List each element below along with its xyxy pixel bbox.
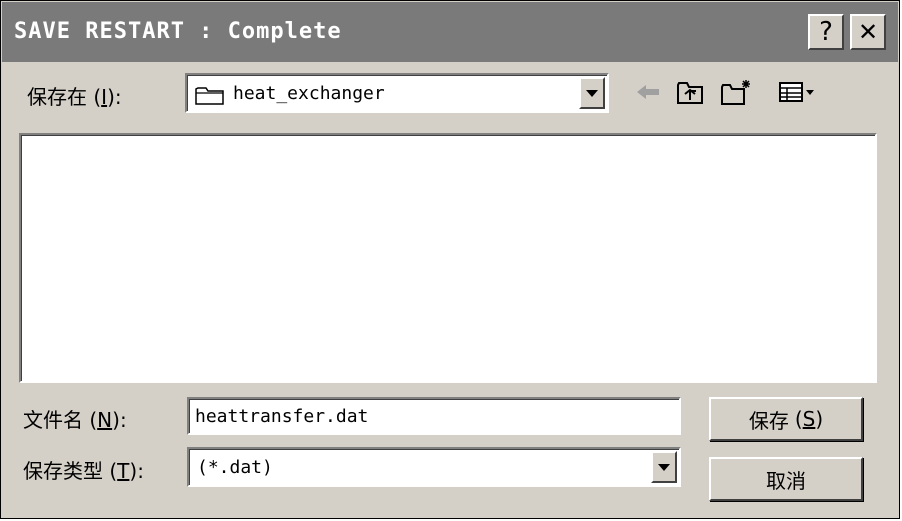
up-folder-icon <box>677 82 703 104</box>
folder-icon <box>195 85 225 109</box>
close-button[interactable]: ✕ <box>850 14 886 50</box>
chevron-down-icon <box>586 89 598 97</box>
save-in-dropdown-button[interactable] <box>579 77 605 109</box>
save-in-label: 保存在 (I): <box>27 85 122 109</box>
file-name-label: 文件名 (N): <box>23 408 127 432</box>
save-dialog: SAVE RESTART : Complete ? ✕ 保存在 (I): hea… <box>0 0 900 519</box>
save-in-combobox[interactable]: heat_exchanger <box>185 73 609 113</box>
file-name-value: heattransfer.dat <box>195 406 369 427</box>
new-folder-button[interactable] <box>719 75 753 109</box>
file-type-dropdown-button[interactable] <box>651 451 677 483</box>
file-name-field[interactable]: heattransfer.dat <box>187 397 681 435</box>
save-button[interactable]: 保存 (S) <box>709 397 863 441</box>
up-folder-button[interactable] <box>673 75 707 109</box>
back-button[interactable] <box>631 75 665 109</box>
view-menu-button[interactable] <box>777 75 817 109</box>
new-folder-icon <box>721 80 750 105</box>
title-bar[interactable]: SAVE RESTART : Complete ? ✕ <box>2 2 898 62</box>
close-icon: ✕ <box>857 18 879 46</box>
help-button[interactable]: ? <box>808 14 844 50</box>
file-type-label: 保存类型 (T): <box>23 459 144 483</box>
save-in-value: heat_exchanger <box>233 83 385 104</box>
window-title: SAVE RESTART : Complete <box>14 19 342 44</box>
help-icon: ? <box>819 17 833 47</box>
chevron-down-icon <box>658 463 670 471</box>
file-type-value: (*.dat) <box>197 457 273 478</box>
file-list[interactable] <box>19 133 877 383</box>
cancel-button[interactable]: 取消 <box>709 457 863 501</box>
back-arrow-icon <box>637 85 659 99</box>
view-menu-icon <box>779 82 814 102</box>
file-type-combobox[interactable]: (*.dat) <box>187 447 681 487</box>
